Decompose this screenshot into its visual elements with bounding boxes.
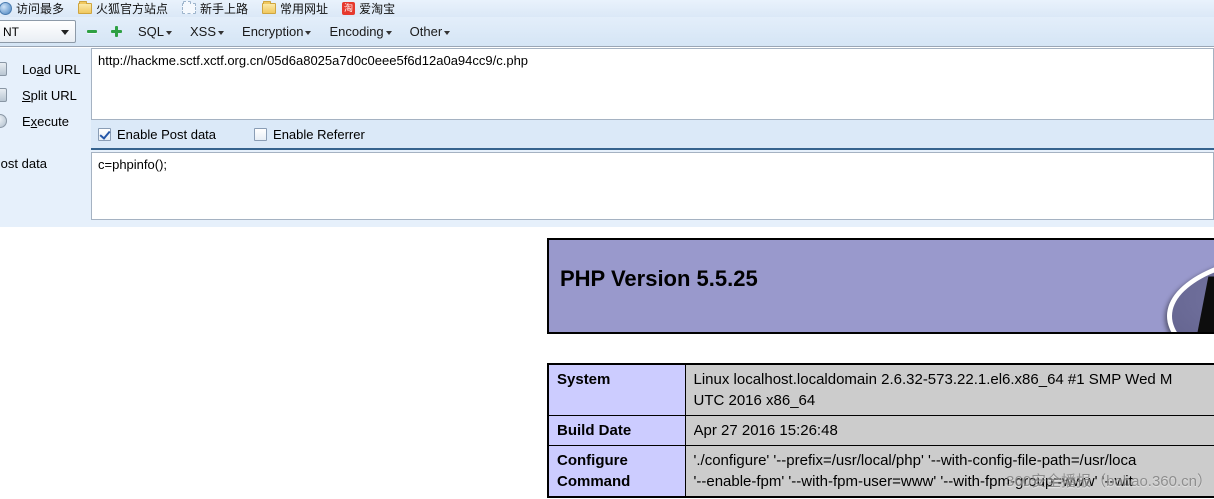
- bookmark-label: 火狐官方站点: [96, 2, 169, 16]
- execute-icon: [0, 114, 7, 128]
- chevron-down-icon: [385, 31, 392, 35]
- menu-sql[interactable]: SQL: [138, 24, 173, 39]
- bookmark-common-sites[interactable]: 常用网址: [257, 0, 333, 17]
- menu-label: Encoding: [329, 24, 384, 39]
- hackbar-history-dropdown[interactable]: NT: [0, 20, 76, 43]
- menu-label: Other: [409, 24, 443, 39]
- folder-icon: [78, 1, 93, 14]
- bookmarks-bar: 访问最多 火狐官方站点 新手上路 常用网址 淘 爱淘宝: [0, 0, 1214, 17]
- chevron-down-icon: [166, 31, 173, 35]
- menu-label: Encryption: [242, 24, 304, 39]
- php-logo-letter: P: [1194, 259, 1214, 332]
- split-url-icon: [0, 88, 7, 102]
- load-url-button[interactable]: Load URL: [0, 60, 81, 78]
- hackbar-add-button[interactable]: [108, 24, 124, 40]
- load-url-label: Load URL: [22, 61, 81, 77]
- hackbar-sidebar: Load URL Split URL Execute Post data: [0, 48, 91, 227]
- enable-post-data-option: Enable Post data: [98, 127, 216, 142]
- table-row-build-date: Build Date Apr 27 2016 15:26:48: [547, 415, 1214, 446]
- menu-encryption[interactable]: Encryption: [242, 24, 312, 39]
- php-logo-ellipse: P: [1172, 257, 1214, 332]
- menu-label: XSS: [190, 24, 217, 39]
- chevron-down-icon: [444, 31, 451, 35]
- split-url-button[interactable]: Split URL: [0, 86, 77, 104]
- row-label: System: [547, 363, 686, 416]
- taobao-icon: 淘: [342, 2, 356, 15]
- post-data-label: Post data: [0, 156, 47, 171]
- hackbar-toolbar: NT SQL XSS Encryption Encoding Other: [0, 17, 1214, 47]
- url-input[interactable]: http://hackme.sctf.xctf.org.cn/05d6a8025…: [91, 48, 1214, 120]
- hackbar-history-value: NT: [3, 24, 19, 39]
- phpinfo-header: PHP Version 5.5.25 P: [547, 238, 1214, 334]
- row-label: Build Date: [547, 415, 686, 446]
- row-value: './configure' '--prefix=/usr/local/php' …: [684, 445, 1214, 498]
- chevron-down-icon: [218, 31, 225, 35]
- table-row-configure-command: Configure Command './configure' '--prefi…: [547, 445, 1214, 498]
- bookmark-aitaobao[interactable]: 淘 爱淘宝: [337, 0, 400, 17]
- phpinfo-table: System Linux localhost.localdomain 2.6.3…: [547, 363, 1214, 498]
- menu-label: SQL: [138, 24, 165, 39]
- load-url-icon: [0, 62, 7, 76]
- table-row-system: System Linux localhost.localdomain 2.6.3…: [547, 363, 1214, 416]
- minus-icon: [87, 30, 97, 33]
- execute-label: Execute: [22, 113, 69, 129]
- enable-post-data-checkbox[interactable]: [98, 127, 111, 141]
- bookmark-most-visited[interactable]: 访问最多: [0, 0, 69, 17]
- enable-post-data-label[interactable]: Enable Post data: [117, 127, 216, 142]
- bookmark-label: 访问最多: [16, 2, 65, 16]
- row-label: Configure Command: [547, 445, 686, 498]
- hackbar-panel: Load URL Split URL Execute Post data htt…: [0, 48, 1214, 227]
- split-url-label: Split URL: [22, 87, 77, 103]
- enable-referrer-label[interactable]: Enable Referrer: [273, 127, 365, 142]
- enable-referrer-checkbox[interactable]: [254, 127, 268, 141]
- row-value: Apr 27 2016 15:26:48: [684, 415, 1214, 446]
- row-value: Linux localhost.localdomain 2.6.32-573.2…: [684, 363, 1214, 416]
- execute-button[interactable]: Execute: [0, 112, 69, 130]
- folder-dashed-icon: [182, 1, 197, 14]
- menu-xss[interactable]: XSS: [190, 24, 225, 39]
- chevron-down-icon: [305, 31, 312, 35]
- history-icon: [0, 2, 12, 15]
- bookmark-label: 新手上路: [200, 2, 249, 16]
- chevron-down-icon: [61, 30, 69, 35]
- menu-other[interactable]: Other: [410, 24, 451, 39]
- phpinfo-title: PHP Version 5.5.25: [560, 266, 758, 291]
- bookmark-label: 爱淘宝: [359, 2, 396, 16]
- hackbar-menus: SQL XSS Encryption Encoding Other: [138, 24, 451, 39]
- hackbar-options-row: Enable Post data Enable Referrer: [91, 120, 1214, 150]
- hackbar-remove-button[interactable]: [84, 24, 100, 40]
- folder-icon: [262, 1, 277, 14]
- page-content: PHP Version 5.5.25 P System Linux localh…: [0, 227, 1214, 499]
- bookmark-firefox-official[interactable]: 火狐官方站点: [73, 0, 173, 17]
- post-data-input[interactable]: c=phpinfo();: [91, 152, 1214, 220]
- bookmark-getting-started[interactable]: 新手上路: [177, 0, 253, 17]
- enable-referrer-option: Enable Referrer: [254, 127, 365, 142]
- php-logo: P: [1167, 252, 1214, 332]
- bookmark-label: 常用网址: [280, 2, 329, 16]
- menu-encoding[interactable]: Encoding: [329, 24, 392, 39]
- plus-icon: [110, 26, 122, 37]
